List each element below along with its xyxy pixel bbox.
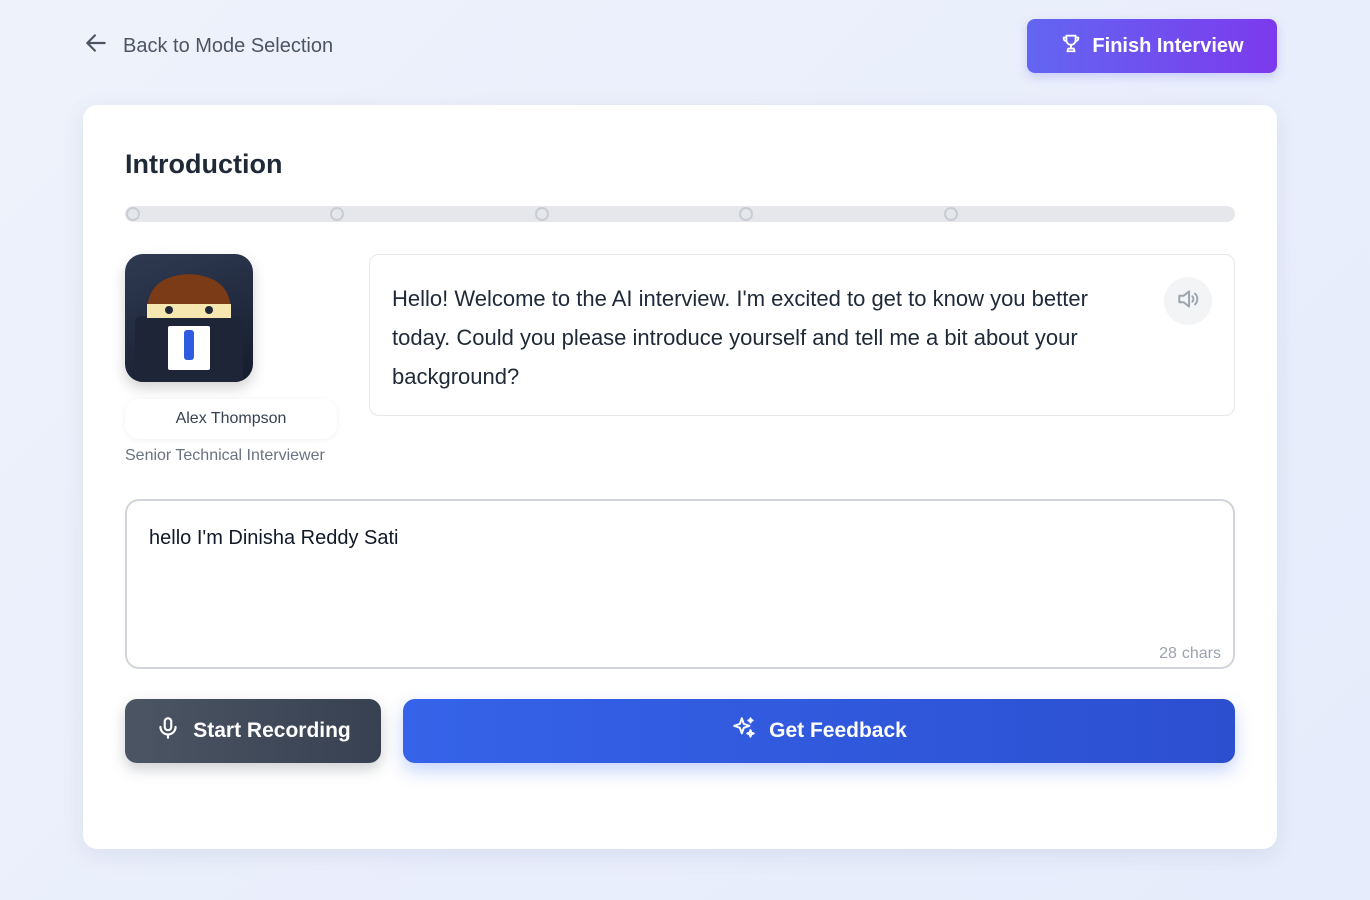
stage-progress-bar [125,206,1235,222]
trophy-icon [1060,32,1082,60]
back-link-label: Back to Mode Selection [123,34,334,57]
start-recording-button[interactable]: Start Recording [125,699,381,763]
progress-step-dot [535,207,549,221]
sparkles-icon [731,715,757,747]
arrow-left-icon [83,30,109,62]
character-count-value: 28 [1159,645,1177,662]
volume-icon [1175,286,1201,317]
interviewer-avatar [125,254,253,382]
finish-interview-button[interactable]: Finish Interview [1027,19,1277,73]
progress-step-dot [126,207,140,221]
interviewer-role: Senior Technical Interviewer [125,447,325,464]
progress-step-dot [739,207,753,221]
interviewer-name: Alex Thompson [125,399,337,439]
stage-title: Introduction [125,149,283,179]
play-question-audio-button[interactable] [1164,277,1212,325]
get-feedback-label: Get Feedback [769,719,907,742]
character-count: 28 chars [1159,645,1221,663]
character-count-unit: chars [1181,645,1221,662]
answer-textarea[interactable]: hello I'm Dinisha Reddy Sati 28 chars [125,499,1235,669]
progress-step-dot [944,207,958,221]
question-text: Hello! Welcome to the AI interview. I'm … [392,286,1088,389]
finish-interview-label: Finish Interview [1092,34,1244,57]
question-panel: Hello! Welcome to the AI interview. I'm … [369,254,1235,416]
answer-text: hello I'm Dinisha Reddy Sati [149,527,399,549]
top-bar: Back to Mode Selection Finish Interview [83,19,1277,73]
microphone-icon [155,715,181,747]
start-recording-label: Start Recording [193,719,351,742]
get-feedback-button[interactable]: Get Feedback [403,699,1235,763]
progress-step-dot [330,207,344,221]
back-to-mode-selection-link[interactable]: Back to Mode Selection [83,19,333,73]
interview-card: Introduction Alex Thompson Senior Techni… [83,105,1277,849]
